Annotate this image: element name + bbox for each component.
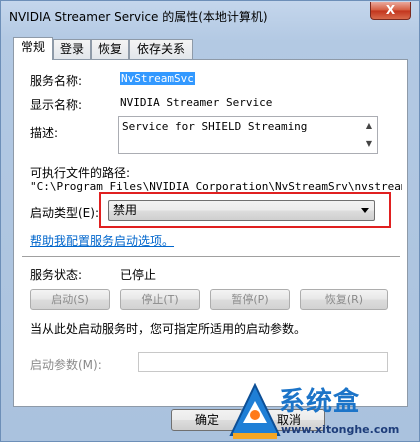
chevron-down-icon (361, 208, 369, 213)
watermark-brand: 系统盒 (279, 387, 361, 417)
display-name-label: 显示名称: (30, 98, 83, 112)
exe-path-label: 可执行文件的路径: (30, 166, 131, 180)
scroll-down-arrow-icon[interactable]: ▼ (362, 136, 376, 152)
help-link[interactable]: 帮助我配置服务启动选项。 (30, 232, 174, 249)
resume-button[interactable]: 恢复(R) (300, 289, 388, 310)
description-label: 描述: (30, 126, 59, 140)
startup-type-label: 启动类型(E): (30, 206, 99, 220)
startup-type-value: 禁用 (113, 203, 138, 217)
display-name-value[interactable]: NVIDIA Streamer Service (120, 96, 272, 109)
site-watermark: 系统盒 www.xitonghe.com (229, 381, 420, 442)
stop-button[interactable]: 停止(T) (120, 289, 200, 310)
tab-logon[interactable]: 登录 (53, 39, 91, 59)
tab-general[interactable]: 常规 (13, 37, 53, 60)
logo-icon (229, 383, 281, 439)
title-bar[interactable]: NVIDIA Streamer Service 的属性(本地计算机) X (1, 1, 419, 31)
watermark-url: www.xitonghe.com (281, 423, 400, 436)
tab-dependencies[interactable]: 依存关系 (129, 39, 193, 59)
startup-type-select[interactable]: 禁用 (108, 200, 375, 221)
window-title: NVIDIA Streamer Service 的属性(本地计算机) (9, 10, 268, 24)
start-params-input[interactable] (138, 352, 388, 372)
start-params-hint: 当从此处启动服务时，您可指定所适用的启动参数。 (30, 322, 307, 336)
close-button[interactable]: X (370, 2, 411, 20)
description-box[interactable]: Service for SHIELD Streaming ▲ ▼ (118, 116, 378, 154)
general-tab-panel: 服务名称: NvStreamSvc 显示名称: NVIDIA Streamer … (13, 59, 408, 407)
service-name-selection: NvStreamSvc (120, 72, 195, 85)
tab-recovery[interactable]: 恢复 (91, 39, 129, 59)
divider (22, 256, 400, 258)
description-value: Service for SHIELD Streaming (122, 120, 308, 133)
properties-dialog: NVIDIA Streamer Service 的属性(本地计算机) X 常规 … (0, 0, 420, 442)
service-name-value[interactable]: NvStreamSvc (120, 72, 195, 85)
start-button[interactable]: 启动(S) (30, 289, 110, 310)
close-icon: X (385, 3, 396, 17)
start-params-label: 启动参数(M): (30, 358, 102, 372)
scroll-up-arrow-icon[interactable]: ▲ (362, 118, 376, 134)
service-name-label: 服务名称: (30, 74, 83, 88)
service-status-label: 服务状态: (30, 268, 83, 282)
pause-button[interactable]: 暂停(P) (210, 289, 290, 310)
service-status-value: 已停止 (120, 268, 157, 282)
